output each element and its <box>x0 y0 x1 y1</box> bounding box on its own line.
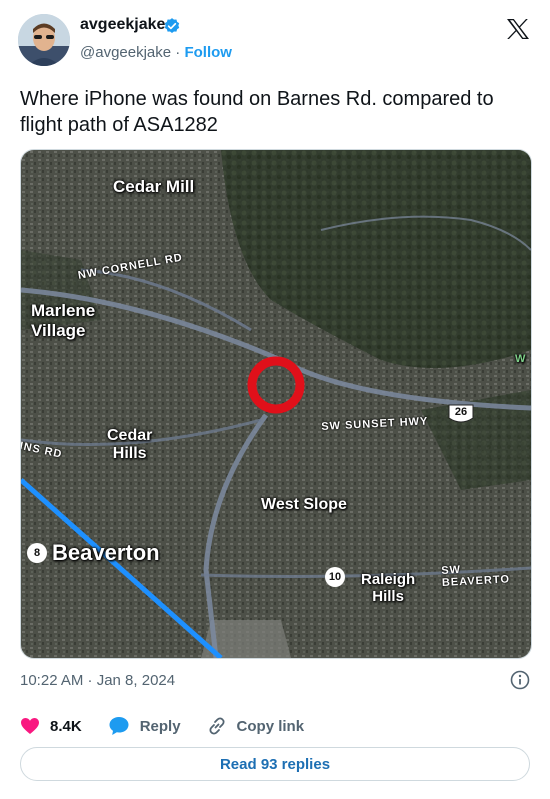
like-button[interactable]: 8.4K <box>20 717 82 735</box>
route8-shield-label: 8 <box>33 547 41 559</box>
link-icon <box>209 717 225 735</box>
read-replies-button[interactable]: Read 93 replies <box>20 747 530 781</box>
map-label-cedar-hills: Cedar Hills <box>107 427 153 462</box>
map-label-raleigh-hills: Raleigh Hills <box>361 571 416 605</box>
display-name[interactable]: avgeekjake <box>80 16 165 34</box>
avatar[interactable] <box>18 14 70 66</box>
reply-button[interactable]: Reply <box>108 716 181 736</box>
copy-link-button[interactable]: Copy link <box>207 716 305 736</box>
follow-button[interactable]: Follow <box>184 44 232 61</box>
tweet-card: avgeekjake @avgeekjake · Follow Where iP… <box>0 0 550 799</box>
map-label-marlene-village: Marlene Village <box>31 301 96 340</box>
handle[interactable]: @avgeekjake <box>80 44 171 61</box>
map-label-cedar-mill: Cedar Mill <box>113 177 195 196</box>
reply-label: Reply <box>139 717 181 735</box>
reply-bubble-icon <box>109 717 129 735</box>
info-icon[interactable] <box>510 670 530 695</box>
like-count: 8.4K <box>50 717 82 735</box>
us26-shield-label: 26 <box>454 406 468 418</box>
road-label-beaverton-hwy: SW BEAVERTO <box>441 563 511 589</box>
route10-shield-label: 10 <box>328 571 342 583</box>
map-label-west-slope: West Slope <box>261 496 347 513</box>
map-label-w-edge: W <box>515 353 526 365</box>
heart-icon <box>21 718 39 734</box>
tweet-image-map[interactable]: Cedar Mill Marlene Village Cedar Hills W… <box>20 149 532 659</box>
tweet-text: Where iPhone was found on Barnes Rd. com… <box>20 88 494 136</box>
timestamp[interactable]: 10:22 AM · Jan 8, 2024 <box>20 672 175 689</box>
separator: · <box>175 44 181 61</box>
x-logo-icon[interactable] <box>506 18 530 45</box>
map-label-beaverton: Beaverton <box>52 540 160 565</box>
handle-row: @avgeekjake · Follow <box>80 44 232 61</box>
copy-link-label: Copy link <box>236 717 305 735</box>
action-bar: 8.4K Reply Copy link <box>20 714 330 738</box>
verified-badge-icon <box>163 17 181 40</box>
